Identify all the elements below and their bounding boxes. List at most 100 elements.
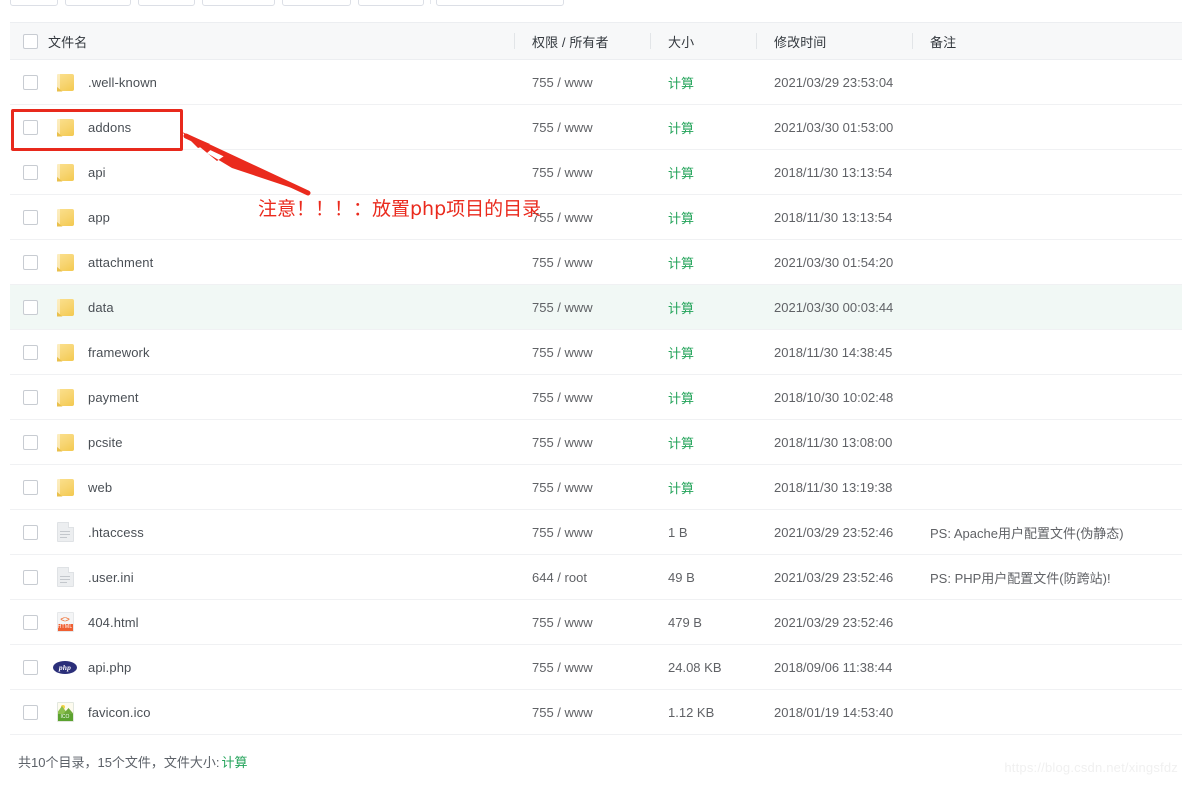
row-checkbox-cell[interactable] (10, 285, 48, 329)
toolbar-btn-7[interactable] (436, 0, 564, 6)
row-checkbox[interactable] (23, 345, 38, 360)
permission-owner-cell[interactable]: 755 / www (514, 105, 650, 149)
column-header-filename[interactable]: 文件名 (48, 23, 514, 59)
toolbar-btn-6[interactable] (358, 0, 424, 6)
file-name-label[interactable]: addons (88, 120, 131, 135)
row-checkbox[interactable] (23, 615, 38, 630)
size-cell[interactable]: 计算 (650, 375, 756, 419)
table-row[interactable]: phpapi.php755 / www24.08 KB2018/09/06 11… (10, 645, 1182, 690)
file-name-label[interactable]: 404.html (88, 615, 139, 630)
row-checkbox-cell[interactable] (10, 60, 48, 104)
table-row[interactable]: attachment755 / www计算2021/03/30 01:54:20 (10, 240, 1182, 285)
row-checkbox[interactable] (23, 705, 38, 720)
size-cell[interactable]: 49 B (650, 555, 756, 599)
size-calc-link[interactable]: 计算 (668, 73, 694, 92)
table-row[interactable]: addons755 / www计算2021/03/30 01:53:00 (10, 105, 1182, 150)
file-name-label[interactable]: app (88, 210, 110, 225)
permission-owner-cell[interactable]: 755 / www (514, 645, 650, 689)
row-checkbox[interactable] (23, 165, 38, 180)
permission-owner-cell[interactable]: 755 / www (514, 690, 650, 734)
row-checkbox[interactable] (23, 210, 38, 225)
row-checkbox-cell[interactable] (10, 555, 48, 599)
toolbar-btn-5[interactable] (282, 0, 351, 6)
file-name-label[interactable]: favicon.ico (88, 705, 151, 720)
row-checkbox-cell[interactable] (10, 330, 48, 374)
file-name-label[interactable]: payment (88, 390, 139, 405)
row-checkbox-cell[interactable] (10, 600, 48, 644)
file-name-cell[interactable]: addons (48, 105, 514, 149)
row-checkbox-cell[interactable] (10, 375, 48, 419)
table-row[interactable]: <>HTML404.html755 / www479 B2021/03/29 2… (10, 600, 1182, 645)
row-checkbox[interactable] (23, 120, 38, 135)
size-cell[interactable]: 1 B (650, 510, 756, 554)
permission-owner-cell[interactable]: 755 / www (514, 465, 650, 509)
row-checkbox-cell[interactable] (10, 195, 48, 239)
row-checkbox[interactable] (23, 390, 38, 405)
row-checkbox[interactable] (23, 570, 38, 585)
table-row[interactable]: .htaccess755 / www1 B2021/03/29 23:52:46… (10, 510, 1182, 555)
size-cell[interactable]: 计算 (650, 105, 756, 149)
row-checkbox-cell[interactable] (10, 645, 48, 689)
permission-owner-cell[interactable]: 755 / www (514, 150, 650, 194)
toolbar-btn-1[interactable] (10, 0, 58, 6)
size-cell[interactable]: 计算 (650, 60, 756, 104)
file-name-cell[interactable]: .htaccess (48, 510, 514, 554)
table-row[interactable]: ICOfavicon.ico755 / www1.12 KB2018/01/19… (10, 690, 1182, 735)
permission-owner-cell[interactable]: 755 / www (514, 330, 650, 374)
file-name-cell[interactable]: api (48, 150, 514, 194)
row-checkbox-cell[interactable] (10, 510, 48, 554)
table-row[interactable]: .user.ini644 / root49 B2021/03/29 23:52:… (10, 555, 1182, 600)
table-row[interactable]: data755 / www计算2021/03/30 00:03:44 (10, 285, 1182, 330)
file-name-label[interactable]: web (88, 480, 112, 495)
column-header-modified[interactable]: 修改时间 (756, 23, 912, 59)
size-cell[interactable]: 计算 (650, 420, 756, 464)
table-row[interactable]: app755 / www计算2018/11/30 13:13:54 (10, 195, 1182, 240)
permission-owner-cell[interactable]: 755 / www (514, 510, 650, 554)
table-row[interactable]: api755 / www计算2018/11/30 13:13:54 (10, 150, 1182, 195)
size-cell[interactable]: 24.08 KB (650, 645, 756, 689)
file-name-cell[interactable]: framework (48, 330, 514, 374)
file-name-cell[interactable]: ICOfavicon.ico (48, 690, 514, 734)
size-cell[interactable]: 479 B (650, 600, 756, 644)
size-cell[interactable]: 计算 (650, 330, 756, 374)
table-row[interactable]: payment755 / www计算2018/10/30 10:02:48 (10, 375, 1182, 420)
select-all-checkbox[interactable] (23, 34, 38, 49)
permission-owner-cell[interactable]: 755 / www (514, 60, 650, 104)
column-header-permission[interactable]: 权限 / 所有者 (514, 23, 650, 59)
size-cell[interactable]: 1.12 KB (650, 690, 756, 734)
size-cell[interactable]: 计算 (650, 195, 756, 239)
size-calc-link[interactable]: 计算 (668, 388, 694, 407)
table-row[interactable]: framework755 / www计算2018/11/30 14:38:45 (10, 330, 1182, 375)
permission-owner-cell[interactable]: 755 / www (514, 600, 650, 644)
row-checkbox-cell[interactable] (10, 105, 48, 149)
file-name-label[interactable]: api.php (88, 660, 131, 675)
file-name-cell[interactable]: payment (48, 375, 514, 419)
size-calc-link[interactable]: 计算 (668, 208, 694, 227)
toolbar-btn-2[interactable] (65, 0, 131, 6)
column-header-size[interactable]: 大小 (650, 23, 756, 59)
size-calc-link[interactable]: 计算 (668, 298, 694, 317)
row-checkbox[interactable] (23, 255, 38, 270)
size-calc-link[interactable]: 计算 (668, 343, 694, 362)
row-checkbox-cell[interactable] (10, 690, 48, 734)
row-checkbox[interactable] (23, 660, 38, 675)
size-calc-link[interactable]: 计算 (668, 118, 694, 137)
file-name-cell[interactable]: .well-known (48, 60, 514, 104)
permission-owner-cell[interactable]: 755 / www (514, 375, 650, 419)
select-all-checkbox-cell[interactable] (10, 23, 48, 59)
permission-owner-cell[interactable]: 644 / root (514, 555, 650, 599)
row-checkbox[interactable] (23, 480, 38, 495)
permission-owner-cell[interactable]: 755 / www (514, 240, 650, 284)
size-calc-link[interactable]: 计算 (668, 478, 694, 497)
row-checkbox[interactable] (23, 435, 38, 450)
size-calc-link[interactable]: 计算 (668, 253, 694, 272)
file-name-label[interactable]: pcsite (88, 435, 123, 450)
file-name-label[interactable]: data (88, 300, 114, 315)
file-name-cell[interactable]: attachment (48, 240, 514, 284)
row-checkbox[interactable] (23, 300, 38, 315)
table-row[interactable]: .well-known755 / www计算2021/03/29 23:53:0… (10, 60, 1182, 105)
permission-owner-cell[interactable]: 755 / www (514, 285, 650, 329)
column-header-remark[interactable]: 备注 (912, 23, 1182, 59)
size-calc-link[interactable]: 计算 (668, 433, 694, 452)
file-name-label[interactable]: .well-known (88, 75, 157, 90)
